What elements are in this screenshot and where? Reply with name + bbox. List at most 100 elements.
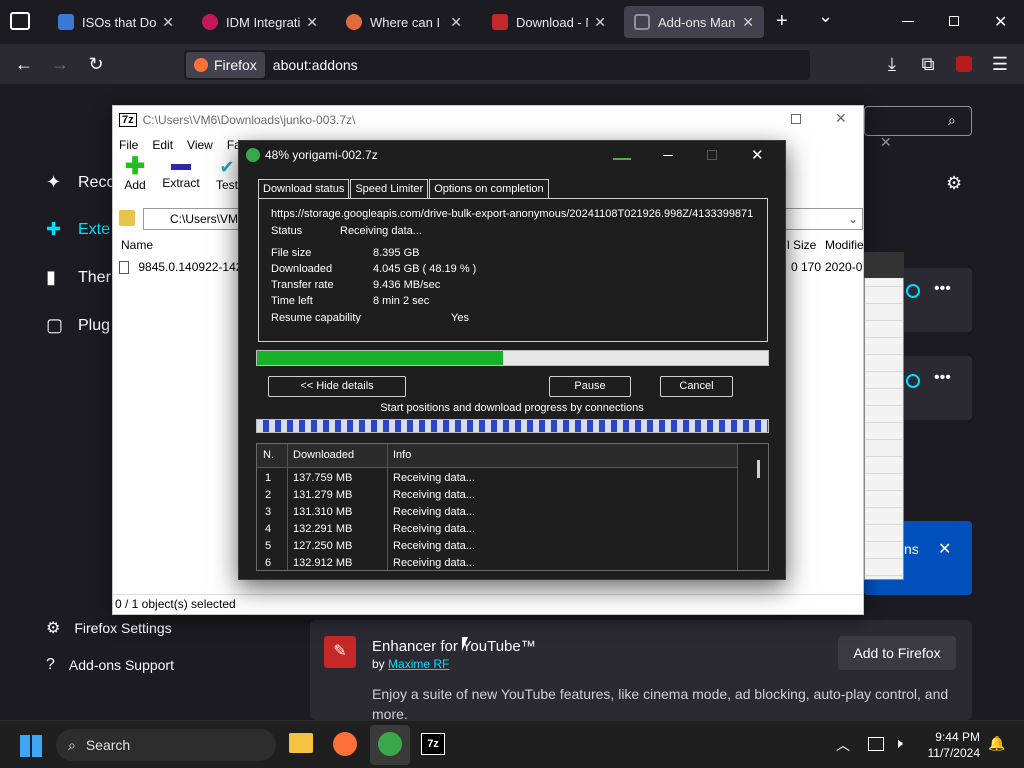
clock[interactable]: 9:44 PM 11/7/2024 [928,729,981,761]
reload-button[interactable]: ↻ [84,52,108,76]
up-folder-icon[interactable] [119,210,135,226]
puzzle-icon: ✚ [46,219,62,239]
firefox-taskbar-icon[interactable] [333,732,357,756]
chevron-up-icon[interactable]: ︿ [836,735,850,755]
close-icon[interactable]: ✕ [742,14,754,31]
close-button[interactable]: ✕ [835,110,847,127]
file-size-row: File size 8.395 GB [271,247,420,259]
sevenzip-taskbar-icon[interactable]: 7z [421,733,445,755]
file-explorer-icon[interactable] [289,733,313,753]
addon-name[interactable]: Enhancer for YouTube™ [372,638,536,655]
restore-button[interactable] [949,16,959,26]
close-icon[interactable]: ✕ [594,14,606,31]
tab-idm-integration[interactable]: IDM Integration ✕ [192,6,328,38]
category-plugins[interactable]: ▢ Plug [46,315,110,337]
taskbar-search[interactable]: ⌕ Search [56,729,276,761]
extensions-icon[interactable]: ⧉ [916,52,940,76]
connection-row[interactable]: 2 131.279 MB Receiving data... [257,487,737,504]
connection-row[interactable]: 5 127.250 MB Receiving data... [257,538,737,555]
extract-button[interactable]: Extract [162,156,200,196]
connection-downloaded: 132.912 MB [293,557,353,569]
start-icon[interactable] [20,735,42,757]
check-icon: ✔ [219,157,235,177]
menu-icon[interactable]: ☰ [988,52,1012,76]
pause-button[interactable]: Pause [549,376,631,397]
column-name[interactable]: Name [121,238,153,252]
category-recommendations[interactable]: ✦ Reco [46,172,115,194]
col-number[interactable]: N. [263,449,274,461]
tab-isos[interactable]: ISOs that Don't | ✕ [48,6,184,38]
connection-info: Receiving data... [393,472,475,484]
connection-row[interactable]: 1 137.759 MB Receiving data... [257,470,737,487]
identity-box[interactable]: Firefox [186,52,265,78]
close-icon[interactable]: ✕ [450,14,462,31]
menu-view[interactable]: View [187,138,213,152]
network-icon[interactable] [868,737,884,751]
forward-button[interactable]: → [48,52,72,76]
category-extensions[interactable]: ✚ Exte [46,219,110,241]
drive-icon [58,14,74,30]
panel-strip-header [864,252,904,278]
addons-support-link[interactable]: ? Add-ons Support [46,656,174,674]
connection-info: Receiving data... [393,540,475,552]
toggle-icon[interactable] [906,374,920,388]
tab-where-can-i-find[interactable]: Where can I find ✕ [336,6,472,38]
close-icon[interactable]: ✕ [306,14,318,31]
connection-downloaded: 127.250 MB [293,540,353,552]
col-downloaded[interactable]: Downloaded [293,449,354,461]
tab-overview-icon[interactable] [10,12,30,30]
category-themes[interactable]: ▮ Ther [46,267,111,289]
notice-close-icon[interactable]: ✕ [938,539,951,559]
firefox-settings-link[interactable]: ⚙ Firefox Settings [46,618,172,638]
list-all-tabs-button[interactable]: ⌄ [818,6,833,27]
tab-bar: ISOs that Don't | ✕ IDM Integration ✕ Wh… [0,0,1024,44]
url-text[interactable]: about:addons [273,57,358,73]
connection-number: 5 [265,540,272,552]
cancel-button[interactable]: Cancel [660,376,733,397]
toggle-icon[interactable] [906,284,920,298]
column-modified[interactable]: Modifie [825,238,864,252]
dialog-close-icon[interactable]: ✕ [880,134,892,151]
volume-muted-icon[interactable]: 🕨 [894,735,903,752]
connection-row[interactable]: 3 131.310 MB Receiving data... [257,504,737,521]
connection-row[interactable]: 6 132.912 MB Receiving data... [257,555,737,570]
back-button[interactable]: ← [12,52,36,76]
new-tab-button[interactable]: + [776,10,788,33]
more-options-icon[interactable]: ••• [934,369,951,387]
connection-row[interactable]: 4 132.291 MB Receiving data... [257,521,737,538]
ublock-icon[interactable] [956,56,972,72]
notification-bell-icon[interactable]: 🔔 [988,735,1005,752]
col-info[interactable]: Info [393,449,411,461]
tab-speed-limiter[interactable]: Speed Limiter [350,179,429,199]
tab-addons-manager[interactable]: Add-ons Manag ✕ [624,6,764,38]
close-window-button[interactable]: ✕ [994,12,1007,32]
scrollbar-thumb[interactable] [757,460,760,478]
hide-details-button[interactable]: << Hide details [268,376,406,397]
column-size[interactable]: l Size [787,238,816,252]
menu-file[interactable]: File [119,138,138,152]
more-options-icon[interactable]: ••• [934,280,951,298]
firefox-icon [194,58,208,72]
manage-gear-icon[interactable]: ⚙ [946,173,962,194]
add-button[interactable]: ✚ Add [119,155,151,196]
tab-options-on-completion[interactable]: Options on completion [429,179,549,199]
maximize-button[interactable] [791,114,801,124]
connections-table[interactable]: N. Downloaded Info 1 137.759 MB Receiving … [256,443,769,571]
tab-download-status[interactable]: Download status [258,179,350,199]
downloads-icon[interactable]: ⤓ [880,52,904,76]
dropdown-icon[interactable]: ⌄ [848,209,858,229]
tab-download[interactable]: Download - ME ✕ [482,6,616,38]
close-icon[interactable]: ✕ [162,14,174,31]
minimize-button[interactable] [902,21,914,22]
author-link[interactable]: Maxime RF [388,657,449,671]
connection-downloaded: 131.310 MB [293,506,353,518]
menu-edit[interactable]: Edit [152,138,173,152]
close-button[interactable]: ✕ [751,146,764,164]
download-status-group: https://storage.googleapis.com/drive-bul… [258,198,768,342]
status-bar: 0 / 1 object(s) selected [113,594,863,614]
add-to-firefox-button[interactable]: Add to Firefox [838,636,956,670]
url-bar[interactable]: Firefox about:addons [184,50,810,80]
idm-globe-icon [378,732,402,756]
minimize-button[interactable] [663,155,673,156]
idm-download-dialog: 48% yorigami-002.7z ✕ Download status Sp… [238,140,786,580]
